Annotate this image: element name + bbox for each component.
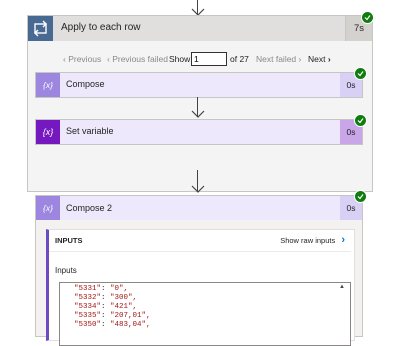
code-value: "421", bbox=[110, 303, 138, 311]
previous-button[interactable]: ‹ Previous bbox=[63, 54, 101, 64]
page-total: of 27 bbox=[230, 54, 249, 64]
compose-success-icon bbox=[354, 67, 367, 80]
code-line: "5332": "300", bbox=[74, 294, 138, 302]
loop-header[interactable]: Apply to each row 7s bbox=[28, 16, 372, 41]
code-value: "0", bbox=[110, 285, 129, 293]
inputs-code-viewer[interactable]: "5331": "0", "5332": "300", "5334": "421",… bbox=[59, 282, 351, 346]
variable-icon: {x} bbox=[36, 120, 60, 144]
set-variable-action[interactable]: {x} Set variable 0s bbox=[35, 119, 363, 145]
compose-title: Compose bbox=[66, 79, 105, 89]
code-line: "5331": "0", bbox=[74, 285, 129, 293]
code-value: "207,01", bbox=[110, 312, 151, 320]
inputs-header: INPUTS bbox=[55, 236, 83, 245]
chevron-right-icon: › bbox=[341, 234, 345, 246]
flow-arrow-top bbox=[191, 0, 205, 16]
set-variable-title: Set variable bbox=[66, 126, 114, 136]
inputs-label: Inputs bbox=[55, 266, 77, 275]
loop-icon bbox=[28, 16, 53, 41]
compose-2-title: Compose 2 bbox=[66, 203, 113, 213]
code-key: "5335" bbox=[74, 312, 102, 320]
variable-icon: {x} bbox=[36, 73, 60, 97]
loop-title: Apply to each row bbox=[61, 22, 141, 33]
scrollbar-up-icon[interactable]: ▲ bbox=[339, 284, 345, 290]
code-line: "5335": "207,01", bbox=[74, 312, 151, 320]
code-key: "5331" bbox=[74, 285, 102, 293]
code-value: "483,04", bbox=[110, 321, 151, 329]
compose-2-action: {x} Compose 2 0s INPUTS Show raw inputs … bbox=[35, 195, 363, 346]
iteration-pager: ‹ Previous ‹ Previous failed Show of 27 … bbox=[28, 52, 372, 68]
flow-arrow-bottom bbox=[191, 170, 205, 194]
previous-failed-button[interactable]: ‹ Previous failed bbox=[107, 54, 168, 64]
loop-success-icon bbox=[361, 11, 374, 24]
code-line: "5350": "483,04", bbox=[74, 321, 151, 329]
page-number-input[interactable] bbox=[191, 52, 227, 66]
variable-icon: {x} bbox=[36, 196, 60, 220]
chevron-right-icon: › bbox=[296, 54, 302, 64]
code-value: "300", bbox=[110, 294, 138, 302]
next-failed-button[interactable]: Next failed › bbox=[256, 54, 301, 64]
chevron-right-icon: › bbox=[325, 54, 331, 64]
set-variable-success-icon bbox=[354, 114, 367, 127]
code-key: "5332" bbox=[74, 294, 102, 302]
compose-2-success-icon bbox=[354, 190, 367, 203]
code-key: "5350" bbox=[74, 321, 102, 329]
show-label: Show bbox=[169, 54, 191, 64]
show-raw-inputs-link[interactable]: Show raw inputs › bbox=[280, 234, 345, 246]
code-key: "5334" bbox=[74, 303, 102, 311]
inputs-panel: INPUTS Show raw inputs › Inputs "5331": … bbox=[46, 229, 355, 346]
compose-action[interactable]: {x} Compose 0s bbox=[35, 72, 363, 98]
flow-arrow-middle bbox=[191, 97, 205, 119]
inputs-panel-header: INPUTS Show raw inputs › bbox=[49, 230, 351, 252]
code-line: "5334": "421", bbox=[74, 303, 138, 311]
compose-2-header[interactable]: {x} Compose 2 0s bbox=[36, 196, 362, 220]
next-button[interactable]: Next › bbox=[308, 54, 331, 64]
